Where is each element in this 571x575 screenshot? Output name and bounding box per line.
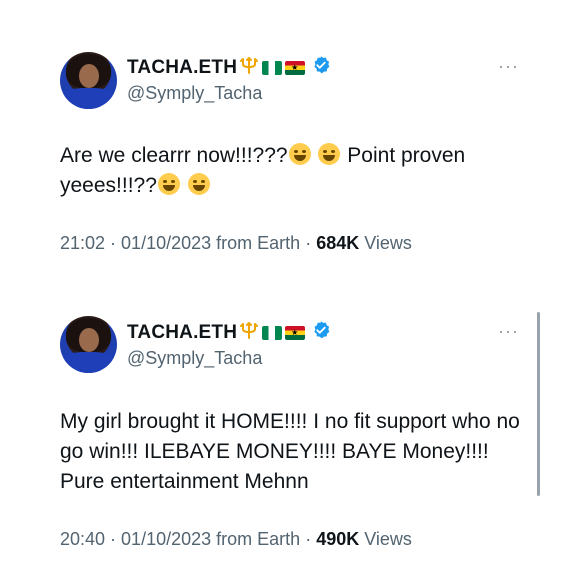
more-icon[interactable]: ···	[498, 56, 519, 77]
avatar[interactable]	[60, 316, 117, 373]
tweet-source: from Earth	[216, 529, 301, 549]
handle[interactable]: @Symply_Tacha	[127, 348, 262, 369]
tweet-date[interactable]: 01/10/2023	[121, 529, 211, 549]
grin-emoji	[157, 173, 180, 195]
tweet-time[interactable]: 20:40	[60, 529, 105, 549]
views-label: Views	[364, 529, 412, 549]
trident-icon	[239, 320, 259, 345]
views-label: Views	[364, 233, 412, 253]
nigeria-flag-icon	[262, 325, 283, 340]
rofl-emoji	[288, 143, 311, 165]
scrollbar[interactable]	[537, 312, 540, 496]
ghana-flag-icon	[285, 60, 306, 75]
ghana-flag-icon	[285, 325, 306, 340]
display-name[interactable]: TACHA.ETH	[127, 57, 237, 79]
verified-badge-icon[interactable]	[311, 55, 331, 80]
views-count[interactable]: 684K	[316, 233, 359, 253]
tweet-source: from Earth	[216, 233, 301, 253]
author-row: TACHA.ETH	[127, 55, 331, 80]
tweet-meta: 21:02 · 01/10/2023 from Earth · 684K Vie…	[60, 233, 412, 253]
nigeria-flag-icon	[262, 60, 283, 75]
name-decorations	[238, 320, 331, 345]
trident-icon	[239, 55, 259, 80]
avatar[interactable]	[60, 52, 117, 109]
tweet-date[interactable]: 01/10/2023	[121, 233, 211, 253]
tweet-meta: 20:40 · 01/10/2023 from Earth · 490K Vie…	[60, 529, 412, 549]
tweet-text: Are we clearrr now!!!??? Point proven ye…	[60, 141, 530, 201]
rofl-emoji	[318, 143, 341, 165]
verified-badge-icon[interactable]	[311, 320, 331, 345]
tweet-text-part1: Are we clearrr now!!!???	[60, 144, 288, 167]
author-row: TACHA.ETH	[127, 320, 331, 345]
more-icon[interactable]: ···	[498, 321, 519, 342]
name-decorations	[238, 55, 331, 80]
tweet-time[interactable]: 21:02	[60, 233, 105, 253]
views-count[interactable]: 490K	[316, 529, 359, 549]
handle[interactable]: @Symply_Tacha	[127, 83, 262, 104]
display-name[interactable]: TACHA.ETH	[127, 322, 237, 344]
joy-emoji	[187, 173, 210, 195]
tweet-text: My girl brought it HOME!!!! I no fit sup…	[60, 410, 520, 493]
